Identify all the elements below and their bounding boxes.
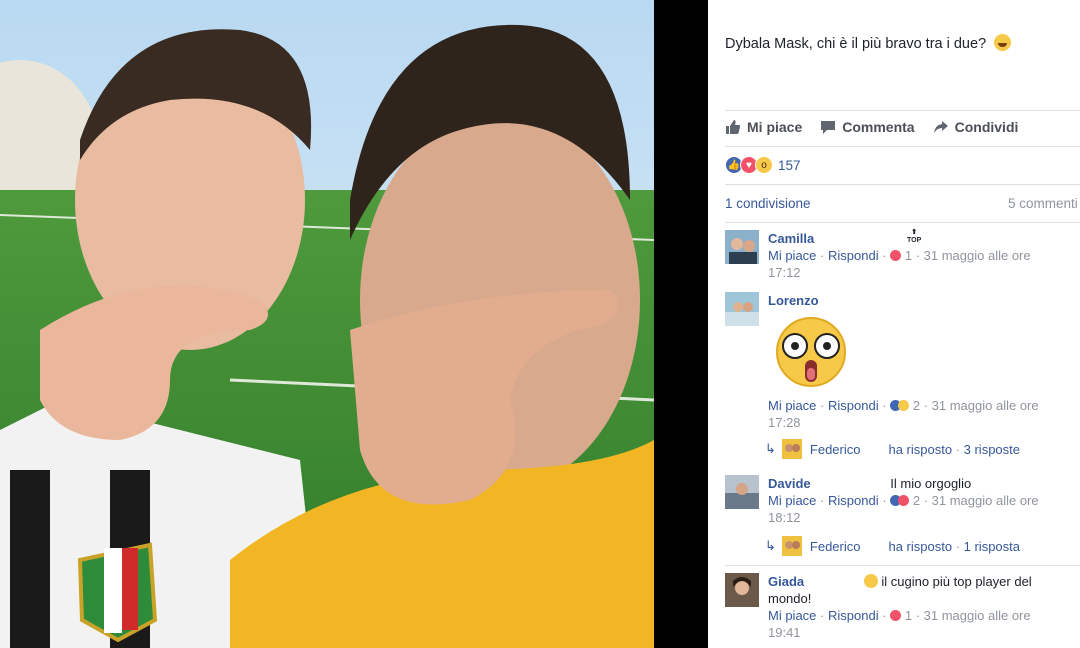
comment-body: Lorenzo [768, 292, 1068, 309]
avatar[interactable] [725, 230, 759, 264]
heart-icon [898, 495, 910, 506]
comment-time[interactable]: 31 maggio alle ore [924, 608, 1031, 623]
divider [725, 110, 1080, 111]
comment-reply-link[interactable]: Rispondi [828, 608, 879, 623]
comment-like-link[interactable]: Mi piace [768, 398, 816, 413]
thumbs-up-icon [726, 120, 741, 134]
reply-arrow-icon: ↳ [765, 441, 776, 456]
black-divider [654, 0, 708, 648]
comment-author[interactable]: Lorenzo [768, 293, 819, 308]
surprised-face-sticker-icon [776, 317, 846, 387]
avatar[interactable] [725, 475, 759, 509]
comment-body: Davide Il mio orgoglio Mi piace · Rispon… [768, 476, 1039, 525]
reply-count[interactable]: 3 risposte [964, 442, 1020, 457]
reply-author[interactable]: Federico [810, 442, 861, 457]
share-arrow-icon [933, 121, 948, 133]
comment-reaction-count: 2 [912, 493, 921, 508]
reply-count[interactable]: 1 risposta [964, 539, 1020, 554]
avatar[interactable] [725, 292, 759, 326]
reply-author[interactable]: Federico [810, 539, 861, 554]
replies-summary[interactable]: ↳ Federico ha risposto · 3 risposte [765, 439, 1065, 459]
comment-like-link[interactable]: Mi piace [768, 608, 816, 623]
heart-icon [890, 250, 902, 261]
comment-text: il cugino più top player del mondo! [768, 574, 1032, 606]
comment-reaction-count: 1 [904, 608, 913, 623]
comment-bubble-icon [821, 121, 836, 134]
heart-icon [890, 610, 902, 621]
comment-author[interactable]: Davide [768, 476, 811, 491]
comment-body: Mi piace · Rispondi · 2 · 31 maggio alle… [768, 398, 1039, 430]
share-button[interactable]: Condividi [933, 119, 1019, 135]
comment-label: Commenta [842, 119, 915, 135]
comment-reaction-count: 1 [904, 248, 913, 263]
reply-arrow-icon: ↳ [765, 538, 776, 553]
share-label: Condividi [954, 119, 1019, 135]
reply-text: ha risposto [888, 538, 953, 554]
comment-time[interactable]: 31 maggio alle ore [924, 248, 1031, 263]
divider [725, 222, 1080, 223]
post-photo[interactable] [0, 0, 654, 648]
post-panel: Dybala Mask, chi è il più bravo tra i du… [708, 0, 1080, 648]
comment-time[interactable]: 31 maggio alle ore [932, 493, 1039, 508]
divider [725, 565, 1080, 566]
caption-text: Dybala Mask, chi è il più bravo tra i du… [725, 36, 987, 52]
comment-like-link[interactable]: Mi piace [768, 248, 816, 263]
laughing-emoji-icon [994, 34, 1012, 51]
comment-button[interactable]: Commenta [820, 119, 915, 135]
reactions-summary[interactable]: 👍 ♥ o 157 [725, 156, 801, 174]
post-caption: Dybala Mask, chi è il più bravo tra i du… [725, 34, 1012, 52]
comment-body: Giada il cugino più top player del mondo… [768, 574, 1032, 640]
like-button[interactable]: Mi piace [725, 119, 802, 135]
replies-summary[interactable]: ↳ Federico ha risposto · 1 risposta [765, 536, 1065, 556]
action-bar: Mi piace Commenta Condividi [725, 119, 1018, 135]
cat-emoji-icon [863, 574, 878, 588]
comment-text: Il mio orgoglio [890, 476, 972, 491]
comments-count-link[interactable]: 5 commenti [1008, 196, 1078, 211]
comment-time[interactable]: 31 maggio alle ore [932, 398, 1039, 413]
comment-reply-link[interactable]: Rispondi [828, 493, 879, 508]
comment-time-hour: 17:12 [768, 265, 801, 280]
comment-author[interactable]: Giada [768, 574, 804, 589]
avatar [781, 536, 802, 556]
reply-text: ha risposto [888, 441, 953, 457]
comment-time-hour: 19:41 [768, 625, 801, 640]
shares-link[interactable]: 1 condivisione [725, 196, 811, 211]
avatar[interactable] [725, 573, 759, 607]
comment-reaction-count: 2 [912, 398, 921, 413]
comment-time-hour: 18:12 [768, 510, 801, 525]
comment-author[interactable]: Camilla [768, 231, 814, 246]
haha-icon [898, 400, 910, 411]
comment-reply-link[interactable]: Rispondi [828, 398, 879, 413]
photo-illustration [0, 0, 654, 648]
comment-body: Camilla Mi piace · Rispondi · 1 · 31 mag… [768, 231, 1031, 280]
reactions-count: 157 [778, 157, 801, 173]
comment-like-link[interactable]: Mi piace [768, 493, 816, 508]
avatar [781, 439, 802, 459]
comment-reply-link[interactable]: Rispondi [828, 248, 879, 263]
like-label: Mi piace [747, 119, 803, 135]
divider [725, 184, 1080, 185]
comment-time-hour: 17:28 [768, 415, 801, 430]
divider [725, 146, 1080, 147]
wow-reaction-icon: o [755, 156, 773, 174]
